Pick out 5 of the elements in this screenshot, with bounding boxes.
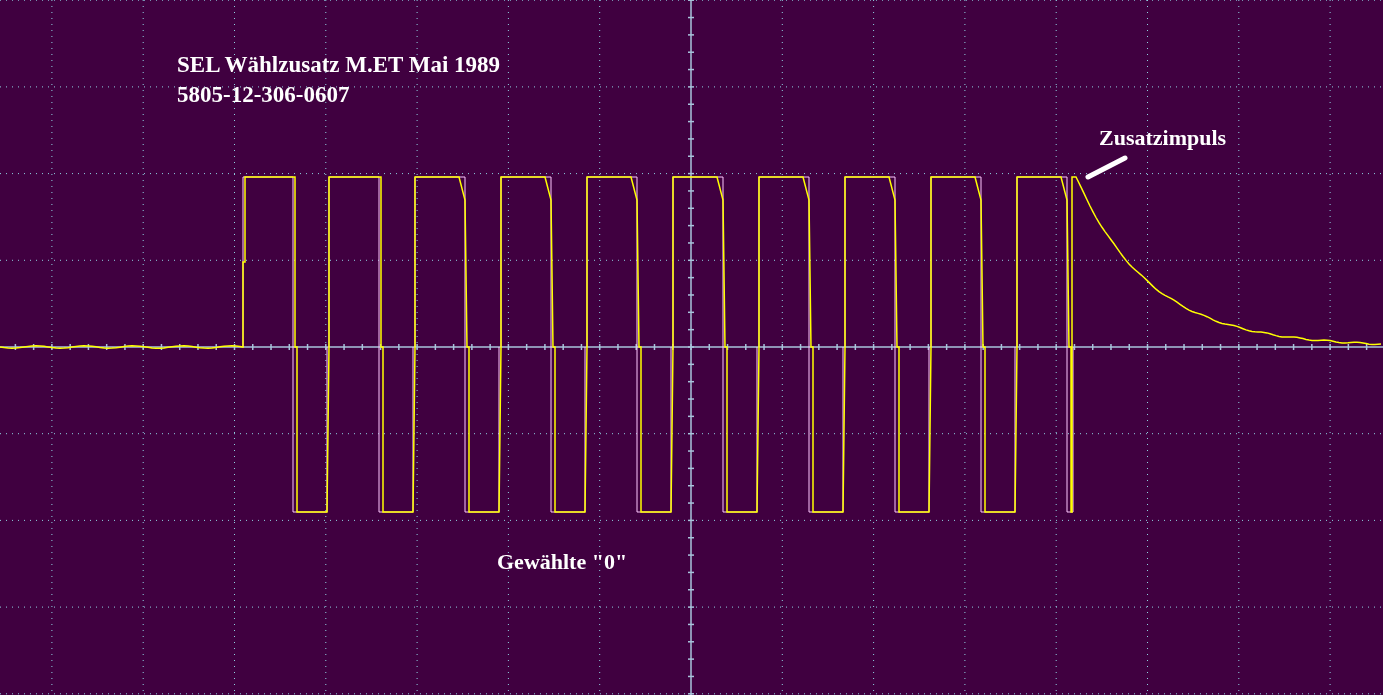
title-text: 5805-12-306-0607 xyxy=(177,81,350,109)
digit-label: Gewählte "0" xyxy=(497,549,628,575)
title-text: SEL Wählzusatz M.ET Mai 1989 xyxy=(177,51,501,79)
leader-line xyxy=(1085,155,1128,180)
pulse-label: Zusatzimpuls xyxy=(1099,125,1227,151)
